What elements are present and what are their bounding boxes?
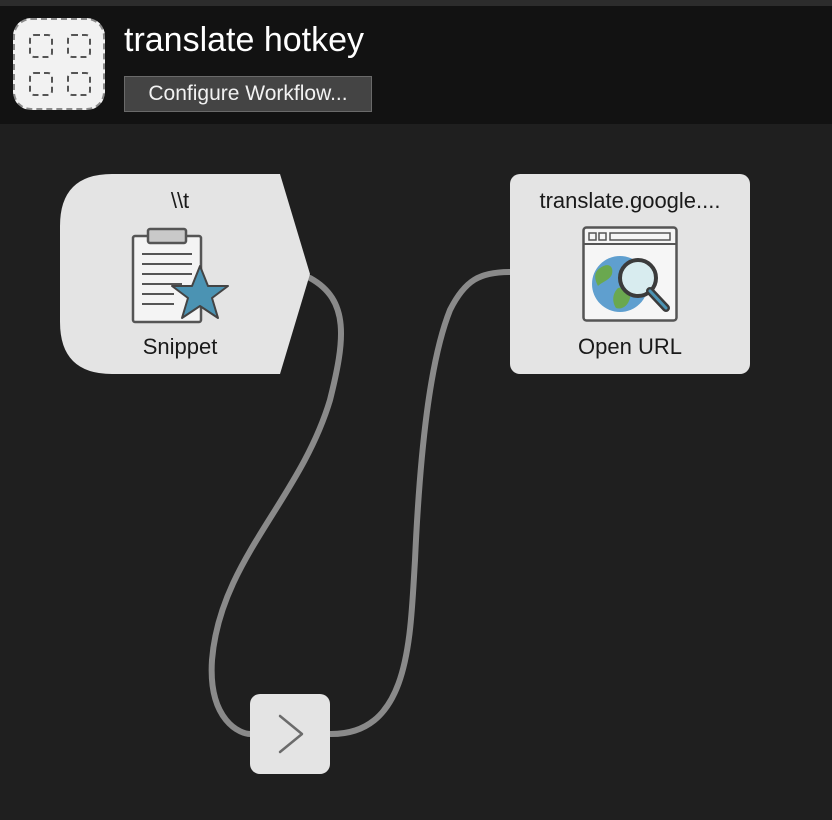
open-url-node-label: Open URL <box>578 334 682 359</box>
connector-node[interactable] <box>250 694 330 774</box>
connection-wires <box>208 269 513 738</box>
snippet-keyword: \\t <box>170 188 190 213</box>
snippet-trigger-node[interactable]: \\t Snippet <box>60 174 312 374</box>
wire-chevron-to-open-url[interactable] <box>327 269 513 738</box>
open-url-target: translate.google.... <box>539 188 721 213</box>
open-url-action-node[interactable]: translate.google.... Open URL <box>510 174 750 374</box>
clipboard-star-icon <box>131 227 229 324</box>
workflow-editor: translate hotkey Configure Workflow... \… <box>0 0 832 820</box>
chevron-right-icon <box>278 714 304 754</box>
snippet-node-label: Snippet <box>142 334 218 359</box>
browser-globe-search-icon <box>582 226 678 322</box>
